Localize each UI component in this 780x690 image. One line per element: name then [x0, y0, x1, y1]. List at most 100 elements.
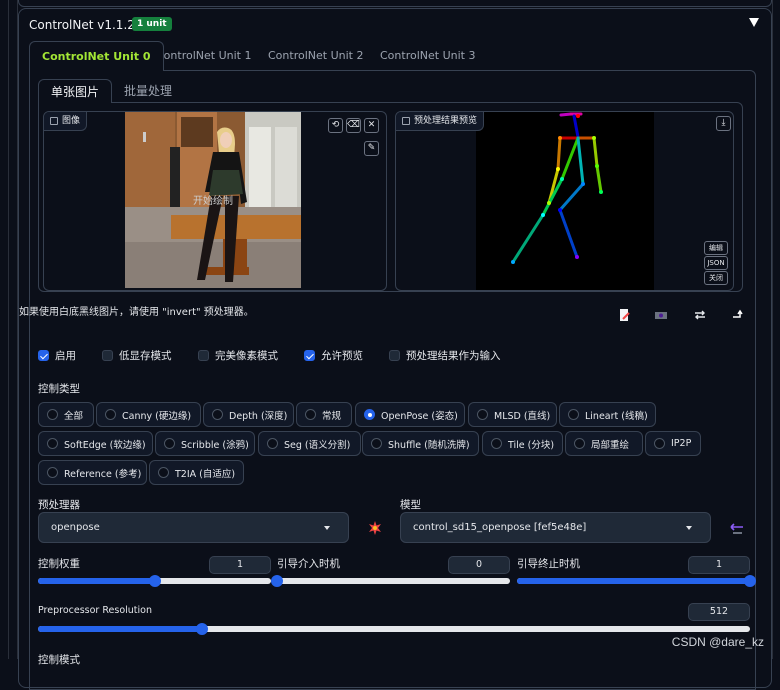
json-button[interactable]: JSON: [704, 256, 728, 270]
eraser-icon[interactable]: ⌫: [346, 118, 361, 133]
radio-indicator: [568, 409, 579, 420]
control-type-option[interactable]: MLSD (直线): [468, 402, 557, 427]
triangle-down-icon[interactable]: [749, 18, 759, 27]
weight-input[interactable]: 1: [209, 556, 271, 574]
radio-indicator: [158, 467, 169, 478]
undo-icon[interactable]: ⟲: [328, 118, 343, 133]
brush-icon[interactable]: ✎: [364, 141, 379, 156]
slider-thumb[interactable]: [195, 623, 208, 635]
slider-fill: [517, 578, 750, 584]
tab-unit-3[interactable]: ControlNet Unit 3: [368, 41, 487, 71]
checkbox-box[interactable]: [198, 350, 209, 361]
low-vram-checkbox[interactable]: 低显存模式: [102, 348, 172, 363]
close-icon[interactable]: ✕: [364, 118, 379, 133]
control-type-option[interactable]: Canny (硬边缘): [96, 402, 201, 427]
tab-unit-2[interactable]: ControlNet Unit 2: [256, 41, 375, 71]
slider-thumb[interactable]: [271, 575, 283, 587]
guidance-end-slider[interactable]: [517, 575, 756, 587]
chevron-down-icon: [324, 526, 330, 530]
radio-indicator: [364, 409, 375, 420]
model-dropdown[interactable]: control_sd15_openpose [fef5e48e]: [400, 512, 711, 543]
guidance-start-input[interactable]: 0: [448, 556, 510, 574]
mirror-icon[interactable]: [694, 309, 706, 321]
close-preview-button[interactable]: 关闭: [704, 271, 728, 285]
control-type-option[interactable]: 全部: [38, 402, 94, 427]
option-label: 常规: [322, 410, 342, 422]
guidance-end-label: 引导终止时机: [517, 558, 580, 570]
checkbox-box[interactable]: [38, 350, 49, 361]
control-type-option[interactable]: SoftEdge (软边缘): [38, 431, 153, 456]
guidance-end-input[interactable]: 1: [688, 556, 750, 574]
radio-indicator: [654, 438, 665, 449]
tab-batch[interactable]: 批量处理: [112, 79, 184, 103]
radio-indicator: [574, 438, 585, 449]
radio-indicator: [305, 409, 316, 420]
radio-indicator: [477, 409, 488, 420]
preprocessor-dropdown[interactable]: openpose: [38, 512, 349, 543]
control-type-option[interactable]: Shuffle (随机洗牌): [362, 431, 479, 456]
refresh-models-icon[interactable]: [730, 522, 744, 536]
allow-preview-checkbox[interactable]: 允许预览: [304, 348, 363, 363]
unit-0-panel: 单张图片 批量处理 图像 开始绘制 ⟲ ⌫ ✕ ✎ 预处理结果预览 ⤓ 编辑 J…: [29, 70, 756, 690]
checkbox-label: 启用: [55, 350, 76, 362]
image-icon: [50, 117, 58, 125]
slider-fill: [38, 626, 202, 632]
control-type-option[interactable]: Tile (分块): [482, 431, 563, 456]
radio-indicator: [212, 409, 223, 420]
watermark: CSDN @dare_kz: [671, 635, 764, 649]
checkbox-label: 完美像素模式: [215, 350, 278, 362]
radio-indicator: [491, 438, 502, 449]
radio-indicator: [371, 438, 382, 449]
unit-tabs: ControlNet Unit 0 ControlNet Unit 1 Cont…: [29, 41, 754, 71]
checkbox-box[interactable]: [304, 350, 315, 361]
webcam-icon[interactable]: [655, 309, 667, 321]
image-panel: 图像 开始绘制 ⟲ ⌫ ✕ ✎ 预处理结果预览 ⤓ 编辑 JSON 关闭: [38, 102, 743, 292]
model-label: 模型: [400, 499, 421, 511]
slider-fill: [38, 578, 155, 584]
resolution-input[interactable]: 512: [688, 603, 750, 621]
radio-indicator: [47, 438, 58, 449]
control-type-option[interactable]: T2IA (自适应): [149, 460, 244, 485]
control-type-option[interactable]: Lineart (线稿): [559, 402, 656, 427]
previous-panel: [18, 0, 772, 7]
canvas-overlay-text: 开始绘制: [193, 194, 233, 207]
preprocessor-label: 预处理器: [38, 499, 80, 511]
slider-thumb[interactable]: [744, 575, 756, 587]
new-canvas-icon[interactable]: [618, 309, 630, 321]
explosion-icon[interactable]: [368, 521, 382, 535]
option-label: Shuffle (随机洗牌): [388, 439, 470, 451]
checkbox-label: 预处理结果作为输入: [406, 350, 501, 362]
slider-thumb[interactable]: [148, 575, 161, 587]
input-image-box[interactable]: 图像 开始绘制 ⟲ ⌫ ✕ ✎: [43, 111, 387, 291]
edit-pose-button[interactable]: 编辑: [704, 241, 728, 255]
control-type-label: 控制类型: [38, 383, 80, 395]
radio-indicator: [47, 409, 58, 420]
control-mode-label: 控制模式: [38, 654, 80, 666]
radio-indicator: [164, 438, 175, 449]
control-type-option[interactable]: Depth (深度): [203, 402, 294, 427]
checkbox-box[interactable]: [102, 350, 113, 361]
tab-unit-0[interactable]: ControlNet Unit 0: [29, 41, 164, 71]
checkbox-box[interactable]: [389, 350, 400, 361]
control-type-option[interactable]: IP2P: [645, 431, 701, 456]
control-type-option[interactable]: 常规: [296, 402, 352, 427]
pixel-perfect-checkbox[interactable]: 完美像素模式: [198, 348, 278, 363]
guidance-start-slider[interactable]: [271, 575, 510, 587]
preview-image-label-text: 预处理结果预览: [414, 115, 478, 126]
send-dimensions-icon[interactable]: [732, 309, 744, 321]
control-type-option-selected[interactable]: OpenPose (姿态): [355, 402, 465, 427]
download-icon[interactable]: ⤓: [716, 116, 731, 131]
weight-slider[interactable]: [38, 575, 271, 587]
resolution-slider[interactable]: [38, 623, 750, 635]
enable-checkbox[interactable]: 启用: [38, 348, 76, 363]
option-label: Tile (分块): [508, 439, 555, 451]
tab-single-image[interactable]: 单张图片: [38, 79, 113, 103]
chevron-down-icon: [686, 526, 692, 530]
control-type-option[interactable]: Scribble (涂鸦): [155, 431, 255, 456]
preview-image-label: 预处理结果预览: [396, 112, 485, 131]
preprocessor-as-input-checkbox[interactable]: 预处理结果作为输入: [389, 348, 501, 363]
option-label: Lineart (线稿): [585, 410, 648, 422]
control-type-option[interactable]: Reference (参考): [38, 460, 147, 485]
control-type-option[interactable]: 局部重绘: [565, 431, 643, 456]
control-type-option[interactable]: Seg (语义分割): [258, 431, 361, 456]
